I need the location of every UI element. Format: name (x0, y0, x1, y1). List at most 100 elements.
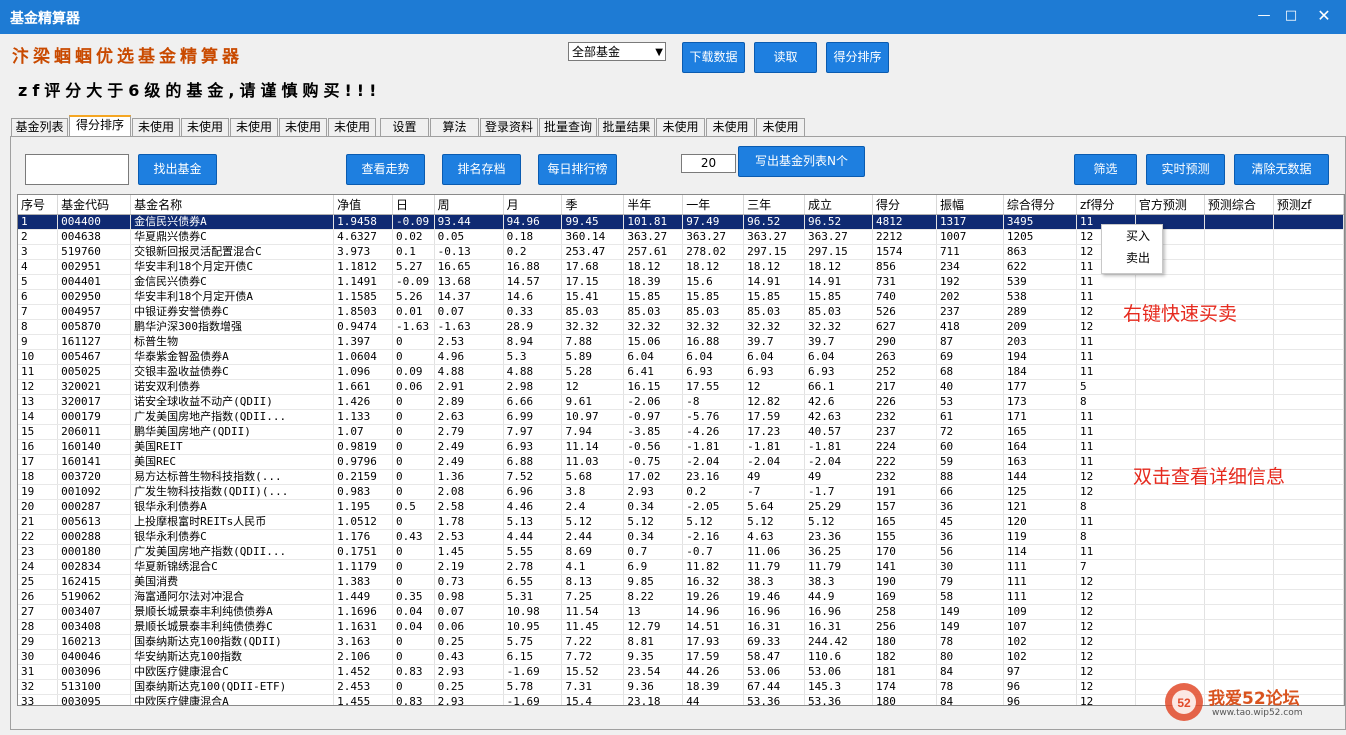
table-row[interactable]: 24 002834 华夏新锦绣混合C 1.1179 0 2.19 2.78 4.1 6.9 11.… (18, 559, 1344, 575)
table-row[interactable]: 29 160213 国泰纳斯达克100指数(QDII) 3.163 0 0.25 5.75 7… (18, 634, 1344, 650)
table-row[interactable]: 33 003095 中欧医疗健康混合A 1.455 0.83 2.93 -1.69 15.4 2… (18, 694, 1344, 705)
column-header[interactable]: 半年 (623, 195, 684, 215)
table-row[interactable]: 22 000288 银华永利债券C 1.176 0.43 2.53 4.44 2.44 0.34… (18, 529, 1344, 545)
column-header[interactable]: 三年 (743, 195, 805, 215)
table-cell: -0.7 (682, 544, 745, 560)
table-row[interactable]: 5 004401 金信民兴债券C 1.1491 -0.09 13.68 14.57 17.15… (18, 274, 1344, 290)
find-fund-button[interactable]: 找出基金 (138, 154, 217, 185)
tab-8[interactable]: 算法 (430, 118, 479, 136)
tab-4[interactable]: 未使用 (230, 118, 278, 136)
realtime-predict-button[interactable]: 实时预测 (1146, 154, 1225, 185)
clear-no-data-button[interactable]: 清除无数据 (1234, 154, 1329, 185)
table-cell: 002834 (57, 559, 132, 575)
table-cell: 0 (392, 334, 435, 350)
tab-7[interactable]: 设置 (380, 118, 429, 136)
table-row[interactable]: 25 162415 美国消费 1.383 0 0.73 6.55 8.13 9.85 16.32 3… (18, 574, 1344, 590)
column-header[interactable]: 净值 (333, 195, 393, 215)
warning-text: zf评分大于6级的基金,请谨慎购买!!! (18, 81, 382, 100)
table-row[interactable]: 10 005467 华泰紫金智盈债券A 1.0604 0 4.96 5.3 5.89 6.04 6… (18, 349, 1344, 365)
table-cell: 4 (18, 259, 59, 275)
tab-1[interactable]: 得分排序 (69, 115, 131, 136)
column-header[interactable]: 基金代码 (57, 195, 132, 215)
tab-10[interactable]: 批量查询 (539, 118, 597, 136)
column-header[interactable]: 季 (561, 195, 625, 215)
table-cell: 12 (1076, 679, 1136, 695)
count-input[interactable]: 20 (681, 154, 736, 173)
fund-type-value: 全部基金 (572, 45, 621, 59)
score-sort-button[interactable]: 得分排序 (826, 42, 889, 73)
column-header[interactable]: 日 (392, 195, 435, 215)
tab-0[interactable]: 基金列表 (11, 118, 68, 136)
table-cell: 12 (1076, 649, 1136, 665)
column-header[interactable]: 得分 (872, 195, 937, 215)
buy-menu-item[interactable]: 买入 (1102, 225, 1162, 247)
column-header[interactable]: 预测综合 (1204, 195, 1274, 215)
column-header[interactable]: 一年 (682, 195, 745, 215)
filter-button[interactable]: 筛选 (1074, 154, 1137, 185)
title-bar: 基金精算器 — □ ✕ (0, 0, 1346, 34)
view-trend-button[interactable]: 查看走势 (346, 154, 425, 185)
app-heading: 汴梁蝈蝈优选基金精算器 (12, 47, 243, 67)
table-row[interactable]: 9 161127 标普生物 1.397 0 2.53 8.94 7.88 15.06 16.88 3… (18, 334, 1344, 350)
table-row[interactable]: 15 206011 鹏华美国房地产(QDII) 1.07 0 2.79 7.97 7.94 -3… (18, 424, 1344, 440)
daily-rank-button[interactable]: 每日排行榜 (538, 154, 617, 185)
write-list-button[interactable]: 写出基金列表N个 (738, 146, 865, 177)
search-input[interactable] (25, 154, 129, 185)
tab-2[interactable]: 未使用 (132, 118, 180, 136)
table-cell: 1.1696 (333, 604, 393, 620)
table-row[interactable]: 21 005613 上投摩根富时REITs人民币 1.0512 0 1.78 5.13 5.1… (18, 514, 1344, 530)
tab-9[interactable]: 登录资料 (480, 118, 538, 136)
read-button[interactable]: 读取 (754, 42, 817, 73)
minimize-icon[interactable]: — (1254, 6, 1274, 26)
table-row[interactable]: 11 005025 交银丰盈收益债券C 1.096 0.09 4.88 4.88 5.28 6.… (18, 364, 1344, 380)
download-button[interactable]: 下载数据 (682, 42, 745, 73)
table-row[interactable]: 31 003096 中欧医疗健康混合C 1.452 0.83 2.93 -1.69 15.52… (18, 664, 1344, 680)
column-header[interactable]: 振幅 (936, 195, 1004, 215)
column-header[interactable]: 基金名称 (130, 195, 335, 215)
column-header[interactable]: 预测zf (1273, 195, 1344, 215)
table-cell: 237 (936, 304, 1004, 320)
table-cell (1135, 514, 1205, 530)
tab-12[interactable]: 未使用 (656, 118, 705, 136)
table-cell: 33 (18, 694, 59, 705)
table-row[interactable]: 13 320017 诺安全球收益不动产(QDII) 1.426 0 2.89 6.66 9.6… (18, 394, 1344, 410)
tab-14[interactable]: 未使用 (756, 118, 805, 136)
table-cell: 526 (872, 304, 937, 320)
column-header[interactable]: 成立 (804, 195, 873, 215)
column-header[interactable]: 综合得分 (1003, 195, 1077, 215)
column-header[interactable]: 序号 (18, 195, 59, 215)
table-cell: 12 (1076, 619, 1136, 635)
table-cell: 217 (872, 379, 937, 395)
table-cell: 040046 (57, 649, 132, 665)
column-header[interactable]: 月 (503, 195, 563, 215)
table-row[interactable]: 32 513100 国泰纳斯达克100(QDII-ETF) 2.453 0 0.25 5.7… (18, 679, 1344, 695)
table-row[interactable]: 16 160140 美国REIT 0.9819 0 2.49 6.93 11.14 -0.56-… (18, 439, 1344, 455)
fund-type-select[interactable]: 全部基金 ▼ (568, 42, 666, 61)
table-row[interactable]: 12 320021 诺安双利债券 1.661 0.06 2.91 2.98 12 16.15 17… (18, 379, 1344, 395)
table-row[interactable]: 26 519062 海富通阿尔法对冲混合 1.449 0.35 0.98 5.31 7.25 8… (18, 589, 1344, 605)
table-row[interactable]: 27 003407 景顺长城景泰丰利纯债债券A 1.1696 0.04 0.07 10.98… (18, 604, 1344, 620)
maximize-icon[interactable]: □ (1281, 6, 1301, 26)
table-cell: -0.75 (623, 454, 684, 470)
column-header[interactable]: zf得分 (1076, 195, 1136, 215)
table-row[interactable]: 20 000287 银华永利债券A 1.195 0.5 2.58 4.46 2.4 0.34 -2… (18, 499, 1344, 515)
table-row[interactable]: 28 003408 景顺长城景泰丰利纯债债券C 1.1631 0.04 0.06 10.95… (18, 619, 1344, 635)
close-icon[interactable]: ✕ (1314, 6, 1334, 26)
column-header[interactable]: 周 (434, 195, 504, 215)
table-cell: 203 (1003, 334, 1077, 350)
table-cell: 68 (936, 364, 1004, 380)
table-row[interactable]: 30 040046 华安纳斯达克100指数 2.106 0 0.43 6.15 7.72 9.3… (18, 649, 1344, 665)
rank-save-button[interactable]: 排名存档 (442, 154, 521, 185)
tab-6[interactable]: 未使用 (328, 118, 376, 136)
table-cell: 12 (1076, 694, 1136, 705)
tab-13[interactable]: 未使用 (706, 118, 755, 136)
table-cell: 6.88 (503, 454, 563, 470)
tab-5[interactable]: 未使用 (279, 118, 327, 136)
sell-menu-item[interactable]: 卖出 (1102, 247, 1162, 269)
table-row[interactable]: 14 000179 广发美国房地产指数(QDII... 1.133 0 2.63 6.99 1… (18, 409, 1344, 425)
tab-11[interactable]: 批量结果 (598, 118, 655, 136)
tab-3[interactable]: 未使用 (181, 118, 229, 136)
table-cell: 美国REIT (130, 439, 335, 455)
column-header[interactable]: 官方预测 (1135, 195, 1205, 215)
table-row[interactable]: 23 000180 广发美国房地产指数(QDII... 0.1751 0 1.45 5.55… (18, 544, 1344, 560)
